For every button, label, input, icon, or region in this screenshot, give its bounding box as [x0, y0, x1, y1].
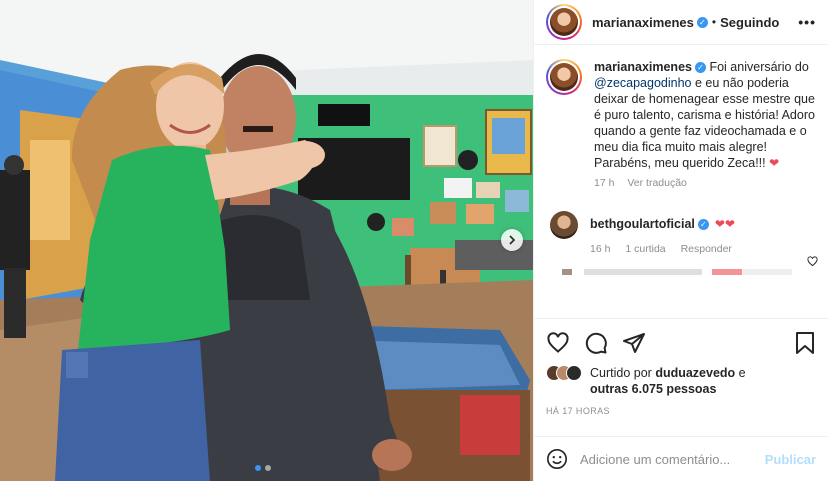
- caption-meta: 17 h Ver tradução: [594, 177, 816, 189]
- comments-list[interactable]: marianaximenes ✓ Foi aniversário do @zeca…: [534, 45, 828, 318]
- likes-summary: Curtido por duduazevedo e outras 6.075 p…: [546, 365, 816, 397]
- publish-button[interactable]: Publicar: [765, 452, 816, 467]
- header-separator: •: [711, 15, 717, 29]
- comment-item: bethgoulartoficial ✓ ❤❤ 16 h 1 curtida R…: [546, 211, 816, 255]
- following-button[interactable]: Seguindo: [720, 15, 779, 30]
- comment-likes[interactable]: 1 curtida: [625, 243, 665, 255]
- liker-avatar: [566, 365, 582, 381]
- heart-icon[interactable]: [546, 331, 570, 355]
- share-icon[interactable]: [622, 331, 646, 355]
- post-photo[interactable]: [0, 0, 533, 481]
- post-timestamp[interactable]: HÁ 17 HORAS: [546, 406, 816, 416]
- verified-icon: ✓: [696, 16, 708, 28]
- caption-avatar[interactable]: [546, 59, 582, 95]
- comment-icon[interactable]: [584, 331, 608, 355]
- emoji-icon[interactable]: [546, 448, 568, 470]
- verified-icon: ✓: [694, 62, 706, 73]
- comment-username[interactable]: bethgoulartoficial: [590, 217, 695, 231]
- next-comment-cutoff: [562, 269, 792, 275]
- caption-time: 17 h: [594, 177, 615, 189]
- comment-like-heart-icon[interactable]: [807, 256, 818, 267]
- carousel-dots: [255, 465, 271, 471]
- more-options-icon[interactable]: •••: [798, 14, 816, 30]
- verified-icon: ✓: [697, 218, 709, 230]
- post-side-panel: marianaximenes ✓ • Seguindo ••• marianax…: [533, 0, 828, 481]
- caption-text: marianaximenes ✓ Foi aniversário do @zeca…: [594, 59, 816, 171]
- likes-others[interactable]: outras 6.075 pessoas: [590, 382, 716, 396]
- caption-text-before: Foi aniversário do: [709, 60, 809, 74]
- comment-text: ❤❤: [714, 217, 735, 231]
- carousel-dot-1: [255, 465, 261, 471]
- likes-middle: e: [735, 366, 746, 380]
- caption: marianaximenes ✓ Foi aniversário do @zeca…: [546, 59, 816, 171]
- chevron-right-icon: [509, 235, 516, 245]
- instagram-post: marianaximenes ✓ • Seguindo ••• marianax…: [0, 0, 828, 481]
- comment-avatar[interactable]: [550, 211, 578, 239]
- translate-link[interactable]: Ver tradução: [627, 177, 687, 189]
- mention-link[interactable]: @zecapagodinho: [594, 76, 692, 90]
- photo-illustration: [0, 0, 533, 481]
- caption-username[interactable]: marianaximenes: [594, 60, 692, 74]
- author-avatar[interactable]: [546, 4, 582, 40]
- comment-input[interactable]: [580, 451, 765, 467]
- caption-text-after: e eu não poderia deixar de homenagear es…: [594, 76, 815, 170]
- next-photo-button[interactable]: [501, 229, 523, 251]
- likes-prefix: Curtido por: [590, 366, 656, 380]
- comment-time: 16 h: [590, 243, 611, 255]
- heart-emoji: ❤: [769, 156, 780, 170]
- carousel-dot-2: [265, 465, 271, 471]
- add-comment-bar: Publicar: [534, 436, 828, 481]
- liker-username[interactable]: duduazevedo: [655, 366, 735, 380]
- bookmark-icon[interactable]: [794, 331, 816, 355]
- liker-avatars: [546, 365, 586, 381]
- post-actions: Curtido por duduazevedo e outras 6.075 p…: [534, 318, 828, 436]
- post-header: marianaximenes ✓ • Seguindo •••: [534, 0, 828, 45]
- reply-button[interactable]: Responder: [681, 243, 732, 255]
- likes-text: Curtido por duduazevedo e outras 6.075 p…: [590, 365, 746, 397]
- author-username[interactable]: marianaximenes: [592, 15, 694, 30]
